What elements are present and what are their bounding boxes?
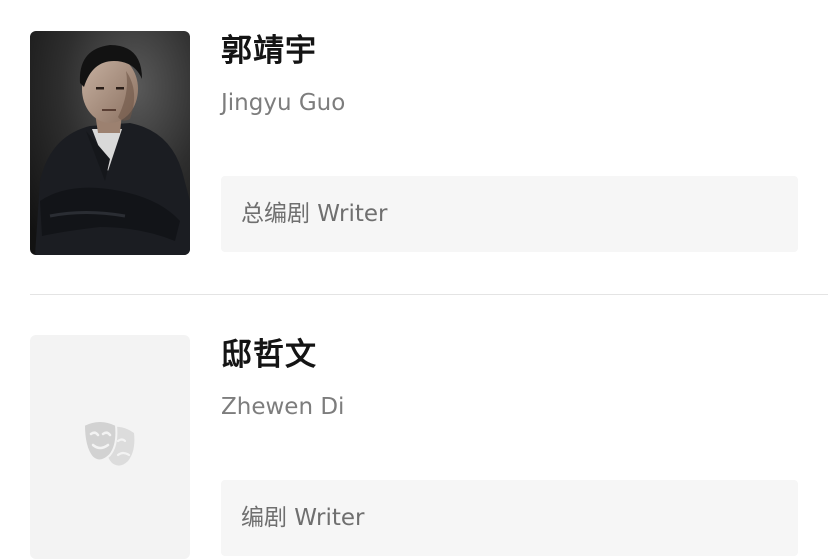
theater-masks-icon bbox=[82, 420, 135, 466]
role-label: 总编剧 Writer bbox=[241, 201, 388, 227]
person-name-english: Jingyu Guo bbox=[221, 90, 346, 116]
person-photo[interactable] bbox=[30, 31, 190, 255]
role-box: 编剧 Writer bbox=[221, 480, 798, 556]
person-name-chinese: 邸哲文 bbox=[221, 337, 317, 373]
portrait-photo bbox=[30, 31, 190, 255]
person-name-chinese: 郭靖宇 bbox=[221, 33, 317, 69]
role-box: 总编剧 Writer bbox=[221, 176, 798, 252]
role-label: 编剧 Writer bbox=[241, 505, 365, 531]
person-card-jingyu-guo[interactable]: 郭靖宇 Jingyu Guo 总编剧 Writer bbox=[0, 0, 828, 295]
person-card-zhewen-di[interactable]: 邸哲文 Zhewen Di 编剧 Writer bbox=[0, 296, 828, 559]
person-photo-placeholder[interactable] bbox=[30, 335, 190, 559]
divider bbox=[30, 294, 828, 295]
person-name-english: Zhewen Di bbox=[221, 394, 345, 420]
